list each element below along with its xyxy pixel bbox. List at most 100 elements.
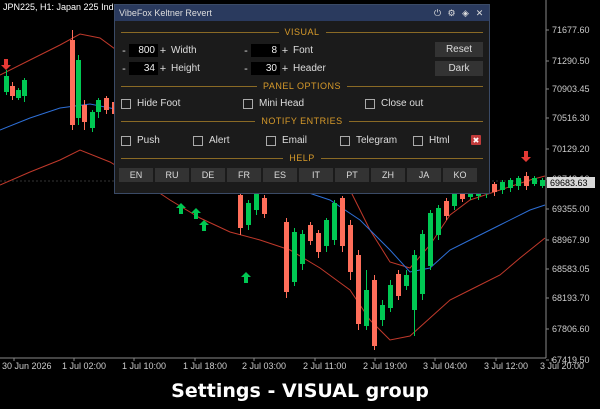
candle-body bbox=[90, 112, 95, 128]
font-plus-button[interactable]: + bbox=[280, 45, 290, 57]
header-label: Header bbox=[293, 63, 326, 74]
candle-body bbox=[96, 100, 101, 112]
section-panel-options-title: PANEL OPTIONS bbox=[262, 81, 342, 91]
candle-body bbox=[452, 194, 457, 206]
width-input[interactable]: 800 bbox=[129, 44, 158, 57]
move-icon[interactable]: ◈ bbox=[460, 8, 471, 19]
alert-label: Alert bbox=[209, 135, 230, 146]
telegram-label: Telegram bbox=[356, 135, 398, 146]
header-plus-button[interactable]: + bbox=[280, 63, 290, 75]
font-label: Font bbox=[293, 45, 314, 56]
candle-body bbox=[380, 305, 385, 320]
close-out-label: Close out bbox=[381, 98, 424, 109]
height-input[interactable]: 34 bbox=[129, 62, 158, 75]
candle-body bbox=[254, 193, 259, 210]
candle-body bbox=[516, 178, 521, 186]
candle-body bbox=[412, 255, 417, 310]
candle-body bbox=[10, 86, 15, 96]
mini-head-checkbox[interactable]: Mini Head bbox=[243, 98, 304, 109]
candle-body bbox=[16, 90, 21, 98]
height-plus-button[interactable]: + bbox=[158, 63, 168, 75]
candle-body bbox=[524, 176, 529, 186]
section-help: HELP bbox=[121, 153, 484, 163]
lang-button-pt[interactable]: PT bbox=[335, 168, 369, 182]
lang-button-fr[interactable]: FR bbox=[227, 168, 261, 182]
header-stepper: - 30 + Header bbox=[241, 62, 326, 75]
gear-icon[interactable]: ⚙ bbox=[446, 8, 457, 19]
candle-body bbox=[332, 203, 337, 240]
trash-icon[interactable]: ✖ bbox=[471, 135, 481, 145]
html-checkbox[interactable]: Html bbox=[413, 135, 450, 146]
candle-body bbox=[292, 232, 297, 282]
close-icon[interactable]: ✕ bbox=[474, 8, 485, 19]
height-label: Height bbox=[171, 63, 200, 74]
font-input[interactable]: 8 bbox=[251, 44, 280, 57]
candle-body bbox=[436, 208, 441, 235]
width-stepper: - 800 + Width bbox=[119, 44, 197, 57]
header-input[interactable]: 30 bbox=[251, 62, 280, 75]
y-tick-label: 68583.05 bbox=[552, 264, 590, 274]
reset-button[interactable]: Reset bbox=[435, 42, 483, 57]
section-visual: VISUAL bbox=[121, 27, 484, 37]
height-stepper: - 34 + Height bbox=[119, 62, 200, 75]
candle-body bbox=[348, 225, 353, 272]
y-tick-label: 69355.00 bbox=[552, 204, 590, 214]
panel-title: VibeFox Keltner Revert bbox=[119, 8, 212, 18]
candle-body bbox=[428, 213, 433, 266]
lang-button-it[interactable]: IT bbox=[299, 168, 333, 182]
height-minus-button[interactable]: - bbox=[119, 63, 129, 75]
candle-body bbox=[284, 222, 289, 292]
width-label: Width bbox=[171, 45, 197, 56]
dark-button[interactable]: Dark bbox=[435, 61, 483, 76]
section-visual-title: VISUAL bbox=[284, 27, 320, 37]
candle-body bbox=[70, 40, 75, 125]
email-checkbox[interactable]: Email bbox=[266, 135, 307, 146]
lang-button-de[interactable]: DE bbox=[191, 168, 225, 182]
candle-body bbox=[500, 182, 505, 190]
header-minus-button[interactable]: - bbox=[241, 63, 251, 75]
lang-button-ja[interactable]: JA bbox=[407, 168, 441, 182]
html-label: Html bbox=[429, 135, 450, 146]
candle-body bbox=[340, 198, 345, 246]
candle-body bbox=[22, 80, 27, 96]
push-label: Push bbox=[137, 135, 160, 146]
mini-head-label: Mini Head bbox=[259, 98, 305, 109]
x-tick-label: 3 Jul 04:00 bbox=[423, 361, 467, 371]
current-price-label: 69683.63 bbox=[550, 178, 588, 188]
alert-checkbox[interactable]: Alert bbox=[193, 135, 230, 146]
candle-body bbox=[316, 233, 321, 252]
font-minus-button[interactable]: - bbox=[241, 45, 251, 57]
lang-button-es[interactable]: ES bbox=[263, 168, 297, 182]
width-plus-button[interactable]: + bbox=[158, 45, 168, 57]
y-tick-label: 67806.60 bbox=[552, 324, 590, 334]
section-panel-options: PANEL OPTIONS bbox=[121, 81, 483, 91]
lang-button-ru[interactable]: RU bbox=[155, 168, 189, 182]
candle-body bbox=[238, 195, 243, 228]
lang-button-en[interactable]: EN bbox=[119, 168, 153, 182]
y-tick-label: 71290.50 bbox=[552, 56, 590, 66]
y-tick-label: 70516.30 bbox=[552, 113, 590, 123]
y-tick-label: 71677.60 bbox=[552, 25, 590, 35]
candle-body bbox=[300, 234, 305, 264]
lang-button-zh[interactable]: ZH bbox=[371, 168, 405, 182]
language-bar: EN RU DE FR ES IT PT ZH JA KO bbox=[119, 168, 477, 182]
telegram-checkbox[interactable]: Telegram bbox=[340, 135, 397, 146]
y-tick-label: 68193.70 bbox=[552, 293, 590, 303]
x-tick-label: 1 Jul 10:00 bbox=[122, 361, 166, 371]
candle-body bbox=[492, 184, 497, 192]
width-minus-button[interactable]: - bbox=[119, 45, 129, 57]
power-icon[interactable]: ⏻ bbox=[432, 8, 443, 19]
push-checkbox[interactable]: Push bbox=[121, 135, 160, 146]
lang-button-ko[interactable]: KO bbox=[443, 168, 477, 182]
candle-body bbox=[372, 280, 377, 346]
hide-foot-checkbox[interactable]: Hide Foot bbox=[121, 98, 180, 109]
close-out-checkbox[interactable]: Close out bbox=[365, 98, 423, 109]
x-tick-label: 3 Jul 12:00 bbox=[484, 361, 528, 371]
x-tick-label: 1 Jul 02:00 bbox=[62, 361, 106, 371]
candle-body bbox=[444, 201, 449, 216]
font-stepper: - 8 + Font bbox=[241, 44, 313, 57]
candle-body bbox=[404, 275, 409, 286]
email-label: Email bbox=[282, 135, 308, 146]
y-tick-label: 70903.45 bbox=[552, 84, 590, 94]
candle-body bbox=[420, 234, 425, 294]
